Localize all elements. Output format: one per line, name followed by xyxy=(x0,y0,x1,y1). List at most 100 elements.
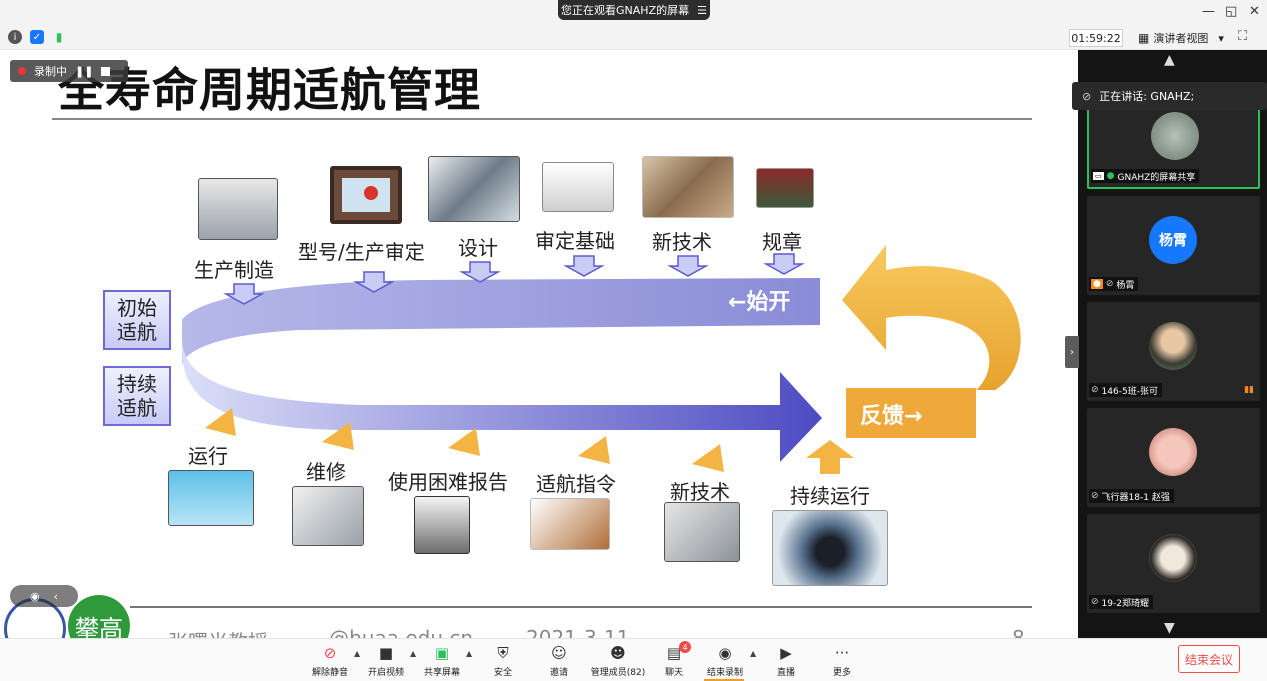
footer-page: 8 xyxy=(1012,626,1025,638)
participant-tile[interactable]: ⊘ 19-2郑琦耀 xyxy=(1087,514,1260,613)
security-button[interactable]: ⛨ 安全 xyxy=(475,643,531,678)
participant-name: GNAHZ的屏幕共享 xyxy=(1117,172,1196,183)
security-label: 安全 xyxy=(493,668,512,678)
arrow-start-label: ←始开 xyxy=(728,290,791,315)
close-button[interactable]: ✕ xyxy=(1249,4,1260,19)
mic-off-icon: ⊘ xyxy=(1091,491,1099,501)
minimize-button[interactable]: — xyxy=(1202,4,1215,19)
slide-mini-controls[interactable]: ◉ ‹ xyxy=(10,585,78,607)
label-operation: 运行 xyxy=(188,444,228,468)
participant-name: 飞行器18-1 赵强 xyxy=(1101,492,1170,503)
view-mode-label: 演讲者视图 xyxy=(1153,32,1209,45)
add-user-icon: ☺ xyxy=(551,644,567,662)
label-new-tech-bottom: 新技术 xyxy=(670,480,730,504)
mic-off-icon: ⊘ xyxy=(1091,385,1099,395)
live-button[interactable]: ▶ 直播 xyxy=(758,643,814,678)
share-screen-label: 共享屏幕 xyxy=(423,668,460,678)
certificate-image xyxy=(330,166,402,224)
stop-recording-label: 结束录制 xyxy=(706,668,743,678)
chevron-up-icon[interactable]: ▲ xyxy=(750,649,756,658)
new-tech-image xyxy=(664,502,740,562)
title-bar: 您正在观看GNAHZ的屏幕 ☰ — ◱ ✕ xyxy=(0,0,1267,26)
share-screen-icon: ▣ xyxy=(434,644,450,662)
speaking-indicator: ⊘ 正在讲话: GNAHZ; xyxy=(1072,82,1267,110)
camera-icon[interactable]: ◉ xyxy=(30,590,40,603)
book-image xyxy=(542,162,614,212)
participant-tile[interactable]: ⊘ 146-5班-张可 ▮▮ xyxy=(1087,302,1260,401)
label-type-certification: 型号/生产审定 xyxy=(298,240,425,264)
manage-members-label: 管理成员(82) xyxy=(590,668,646,678)
scroll-up-icon[interactable]: ▲ xyxy=(1164,52,1175,68)
restore-button[interactable]: ◱ xyxy=(1225,4,1237,19)
info-icon[interactable]: i xyxy=(8,30,22,44)
end-meeting-button[interactable]: 结束会议 xyxy=(1178,645,1240,673)
gavel-image xyxy=(530,498,610,550)
feedback-arrow xyxy=(842,245,1021,395)
unmute-button[interactable]: ⊘ 解除静音 xyxy=(302,643,358,678)
share-screen-button[interactable]: ▣ 共享屏幕 xyxy=(414,643,470,678)
production-image xyxy=(198,178,278,240)
chat-button[interactable]: ▤ 4 聊天 xyxy=(646,641,702,678)
label-new-tech-top: 新技术 xyxy=(652,230,712,254)
footer-divider xyxy=(130,606,1032,608)
panel-collapse-button[interactable]: › xyxy=(1065,336,1079,368)
meeting-info-bar: i ✓ ▮ 01:59:22 ▦ 演讲者视图 ▾ ⛶ xyxy=(0,26,1267,50)
turbine-image xyxy=(772,510,888,586)
more-label: 更多 xyxy=(832,668,851,678)
fullscreen-icon[interactable]: ⛶ xyxy=(1238,29,1247,44)
signal-bars-icon: ▮▮ xyxy=(1244,385,1254,395)
menu-icon[interactable]: ☰ xyxy=(697,4,707,17)
participant-tile[interactable]: ⊘ 飞行器18-1 赵强 xyxy=(1087,408,1260,507)
materials-image xyxy=(642,156,734,218)
chevron-up-icon[interactable]: ▲ xyxy=(466,649,472,658)
avatar xyxy=(1149,428,1197,476)
share-status-pill[interactable]: 您正在观看GNAHZ的屏幕 ☰ xyxy=(558,0,710,20)
invite-button[interactable]: ☺ 邀请 xyxy=(531,643,587,678)
grid-icon: ▦ xyxy=(1138,31,1150,45)
label-production: 生产制造 xyxy=(194,258,274,282)
meeting-timer: 01:59:22 xyxy=(1069,29,1123,47)
participant-name-tag: ⊘ 19-2郑琦耀 xyxy=(1089,595,1153,609)
participant-name: 19-2郑琦耀 xyxy=(1101,598,1149,609)
more-button[interactable]: ··· 更多 xyxy=(814,643,870,678)
continued-airworthiness-box: 持续 适航 xyxy=(103,366,171,426)
mic-off-icon: ⊘ xyxy=(323,644,337,662)
meeting-toolbar: ⊘ 解除静音 ▲ ■ 开启视频 ▲ ▣ 共享屏幕 ▲ ⛨ 安全 ☺ 邀请 ☻ 管… xyxy=(0,638,1267,681)
share-thumbnail xyxy=(1151,112,1199,160)
footer-author: 张曙光教授 xyxy=(168,626,268,638)
signal-icon[interactable]: ▮ xyxy=(52,30,66,44)
footer-date: 2021-3-11 xyxy=(526,626,630,638)
scroll-down-icon[interactable]: ▼ xyxy=(1164,620,1175,636)
participant-name: 146-5班-张可 xyxy=(1101,386,1158,397)
video-button[interactable]: ■ 开启视频 xyxy=(358,643,414,678)
participant-name-tag: ⊘ 146-5班-张可 xyxy=(1089,383,1162,397)
label-design: 设计 xyxy=(458,236,498,260)
shared-slide: 全寿命周期适航管理 录制中 ❚❚ ←始开 反馈→ 初始 适航 持续 适航 生产制… xyxy=(0,50,1078,638)
arrow-feedback-label: 反馈→ xyxy=(860,404,923,429)
participant-tile[interactable]: 杨霄 ● ⊘ 杨霄 xyxy=(1087,196,1260,295)
mic-off-icon: ⊘ xyxy=(1091,597,1099,607)
unmute-label: 解除静音 xyxy=(311,668,348,678)
mic-on-icon: ● xyxy=(1106,171,1115,181)
label-continued-operation: 持续运行 xyxy=(790,484,870,508)
avatar: 杨霄 xyxy=(1149,216,1197,264)
more-icon: ··· xyxy=(834,644,850,662)
live-icon: ▶ xyxy=(780,644,792,662)
shield-icon[interactable]: ✓ xyxy=(30,30,44,44)
shield-icon: ⛨ xyxy=(497,644,509,662)
maintenance-image xyxy=(292,486,364,546)
chat-badge: 4 xyxy=(679,641,691,653)
speaking-label: 正在讲话: GNAHZ; xyxy=(1099,90,1195,103)
users-icon: ☻ xyxy=(610,644,626,662)
label-certification-basis: 审定基础 xyxy=(535,229,615,253)
avatar xyxy=(1149,322,1197,370)
manage-members-button[interactable]: ☻ 管理成员(82) xyxy=(588,643,648,678)
label-service-difficulty: 使用困难报告 xyxy=(388,470,508,494)
regulations-image xyxy=(756,168,814,208)
view-mode-dropdown[interactable]: ▦ 演讲者视图 ▾ xyxy=(1138,29,1224,47)
label-maintenance: 维修 xyxy=(306,460,346,484)
live-label: 直播 xyxy=(776,668,795,678)
stop-recording-button[interactable]: ◉ 结束录制 xyxy=(697,643,753,678)
chevron-left-icon[interactable]: ‹ xyxy=(54,590,58,603)
mic-off-icon: ⊘ xyxy=(1105,279,1114,289)
